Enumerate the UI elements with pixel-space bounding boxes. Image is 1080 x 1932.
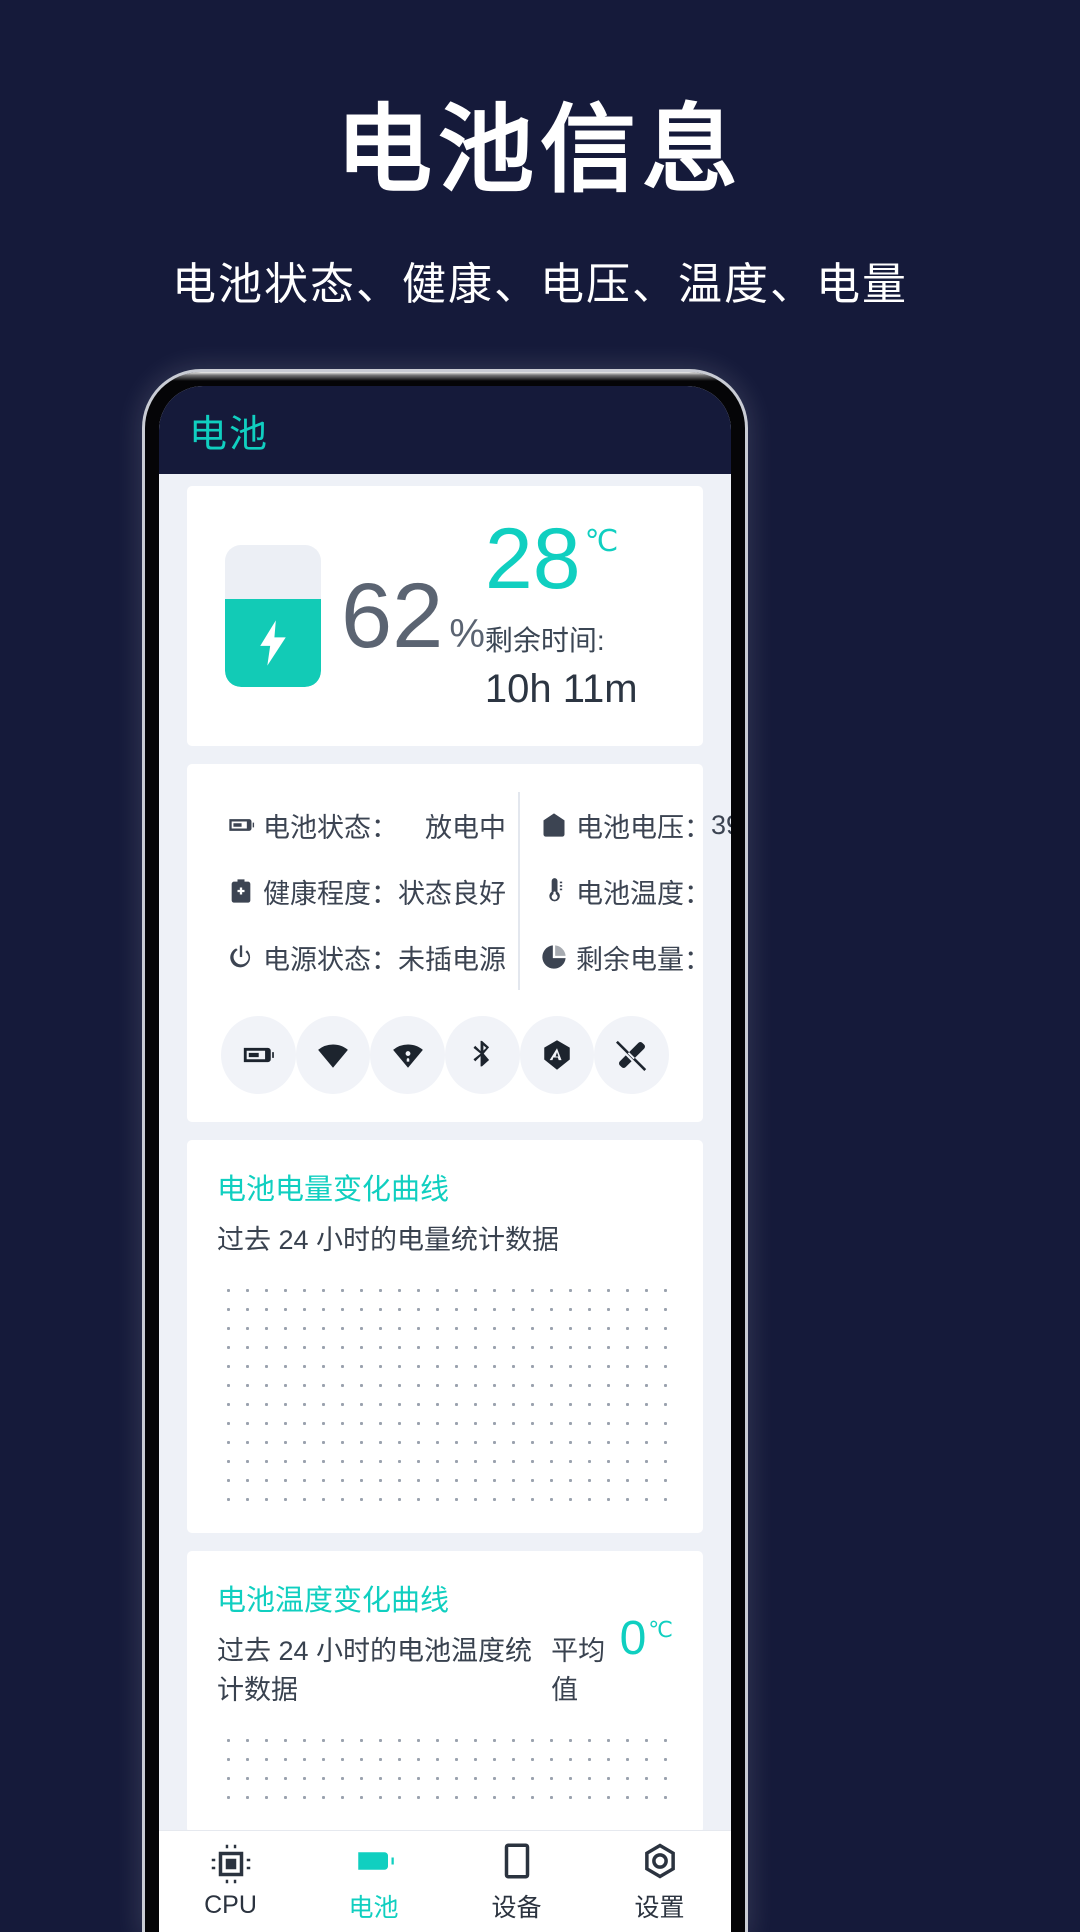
- rotation-lock-toggle[interactable]: [594, 1016, 670, 1095]
- detail-label: 健康程度：: [263, 878, 398, 909]
- battery-icon: [357, 1851, 394, 1870]
- chart-title: 电池温度变化曲线: [217, 1585, 450, 1618]
- auto-brightness-toggle[interactable]: [519, 1016, 595, 1095]
- detail-label: 电池电压：: [576, 812, 711, 843]
- detail-row: 电池温度： 28℃: [532, 858, 731, 924]
- bluetooth-toggle[interactable]: [445, 1016, 520, 1095]
- bottom-navigation: CPU 电池 设备 设置: [159, 1830, 731, 1932]
- bluetooth-icon: [473, 1040, 490, 1067]
- battery-percent-block: 62 %: [341, 570, 485, 662]
- battery-percent-unit: %: [449, 612, 485, 657]
- app-bar-title: 电池: [189, 413, 270, 456]
- scroll-content[interactable]: 62 % 28 ℃ 剩余时间: 10h 11m 电池状态： 放电中 健康程度： …: [159, 474, 731, 1830]
- hotspot-toggle[interactable]: [370, 1016, 446, 1095]
- remaining-time-value: 10h 11m: [484, 667, 638, 712]
- chart-header: 电池电量变化曲线 过去 24 小时的电量统计数据: [217, 1166, 673, 1257]
- phone-mockup: 电池 62 % 28 ℃ 剩余时间: 10h 11m 电池状态： 放电中 健康程…: [145, 372, 745, 1932]
- battery-status-icon: [219, 811, 263, 839]
- app-bar: 电池: [159, 386, 731, 474]
- nav-label: CPU: [204, 1891, 257, 1919]
- detail-row: 电源状态： 未插电源: [219, 924, 506, 990]
- page-title: 电池信息: [336, 97, 744, 204]
- auto-brightness-icon: [544, 1040, 570, 1070]
- chart-subtitle: 过去 24 小时的电池温度统计数据: [217, 1636, 533, 1706]
- chart-subtitle: 过去 24 小时的电量统计数据: [217, 1225, 560, 1256]
- thermometer-icon: [532, 877, 576, 905]
- nav-item-device[interactable]: 设备: [445, 1831, 588, 1932]
- average-value: 0: [619, 1612, 647, 1666]
- nav-item-settings[interactable]: 设置: [588, 1831, 731, 1932]
- average-label: 平均值: [551, 1636, 606, 1706]
- nav-label: 设备: [491, 1893, 542, 1922]
- wifi-icon: [318, 1044, 348, 1068]
- detail-row: 电池电压： 3929 mv: [532, 792, 731, 858]
- battery-percent-value: 62: [341, 565, 444, 668]
- chart-plot-area: [217, 1279, 673, 1512]
- quick-toggles-row: [207, 990, 683, 1100]
- battery-gauge: [225, 545, 321, 688]
- chart-average-badge: 平均值 0 ℃: [551, 1615, 673, 1707]
- details-column-left: 电池状态： 放电中 健康程度： 状态良好 电源状态： 未插电源: [207, 792, 520, 991]
- page-subtitle: 电池状态、健康、电压、温度、电量: [172, 260, 908, 310]
- detail-label: 电源状态：: [263, 944, 398, 975]
- detail-label: 电池状态：: [263, 812, 398, 843]
- cpu-icon: [211, 1844, 250, 1884]
- nav-label: 设置: [634, 1893, 685, 1922]
- chart-header: 电池温度变化曲线 过去 24 小时的电池温度统计数据 平均值 0 ℃: [217, 1577, 673, 1707]
- lightning-bolt-icon: [260, 620, 286, 666]
- detail-value: 未插电源: [398, 944, 506, 975]
- detail-value: 放电中: [425, 812, 506, 843]
- nav-item-battery[interactable]: 电池: [302, 1831, 445, 1932]
- detail-value: 状态良好: [398, 878, 506, 909]
- settings-icon: [644, 1843, 675, 1878]
- wifi-toggle[interactable]: [295, 1016, 371, 1095]
- nav-item-cpu[interactable]: CPU: [159, 1831, 302, 1932]
- nav-label: 电池: [348, 1893, 399, 1922]
- battery-saver-toggle[interactable]: [221, 1016, 296, 1095]
- average-unit: ℃: [648, 1617, 673, 1643]
- chart-plot-area: [217, 1729, 673, 1812]
- temperature-value: 28: [484, 511, 581, 607]
- temperature-unit: ℃: [584, 525, 619, 558]
- battery-summary-card: 62 % 28 ℃ 剩余时间: 10h 11m: [187, 486, 703, 747]
- promo-header: 电池信息 电池状态、健康、电压、温度、电量: [0, 0, 1080, 312]
- detail-label: 电池温度：: [576, 878, 711, 909]
- battery-details-card: 电池状态： 放电中 健康程度： 状态良好 电源状态： 未插电源 电池电压： 3 …: [187, 764, 731, 1123]
- battery-temperature-chart-card[interactable]: 电池温度变化曲线 过去 24 小时的电池温度统计数据 平均值 0 ℃: [187, 1551, 703, 1830]
- battery-saver-icon: [244, 1048, 275, 1063]
- detail-label: 剩余电量：: [576, 944, 711, 975]
- battery-level-chart-card[interactable]: 电池电量变化曲线 过去 24 小时的电量统计数据: [187, 1140, 703, 1534]
- power-icon: [219, 943, 263, 971]
- rotation-lock-icon: [615, 1040, 646, 1072]
- remaining-time-label: 剩余时间:: [484, 625, 605, 657]
- health-kit-icon: [219, 877, 263, 905]
- pie-chart-icon: [532, 943, 576, 971]
- temperature-row: 28 ℃: [484, 511, 669, 607]
- hotspot-icon: [392, 1044, 423, 1068]
- device-icon: [504, 1843, 529, 1878]
- battery-body-icon: [225, 545, 321, 688]
- detail-row: 健康程度： 状态良好: [219, 858, 506, 924]
- detail-value: 3929 mv: [711, 809, 731, 840]
- voltage-bolt-icon: [532, 811, 576, 839]
- detail-row: 电池状态： 放电中: [219, 792, 506, 858]
- details-column-right: 电池电压： 3929 mv 电池温度： 28℃: [520, 792, 731, 990]
- battery-fill: [225, 599, 321, 688]
- temperature-and-remaining: 28 ℃ 剩余时间: 10h 11m: [484, 511, 669, 712]
- detail-row: 剩余电量： 62%: [532, 924, 731, 990]
- details-grid: 电池状态： 放电中 健康程度： 状态良好 电源状态： 未插电源 电池电压： 3 …: [207, 792, 731, 991]
- phone-screen: 电池 62 % 28 ℃ 剩余时间: 10h 11m 电池状态： 放电中 健康程…: [159, 386, 731, 1932]
- chart-title: 电池电量变化曲线: [217, 1174, 450, 1207]
